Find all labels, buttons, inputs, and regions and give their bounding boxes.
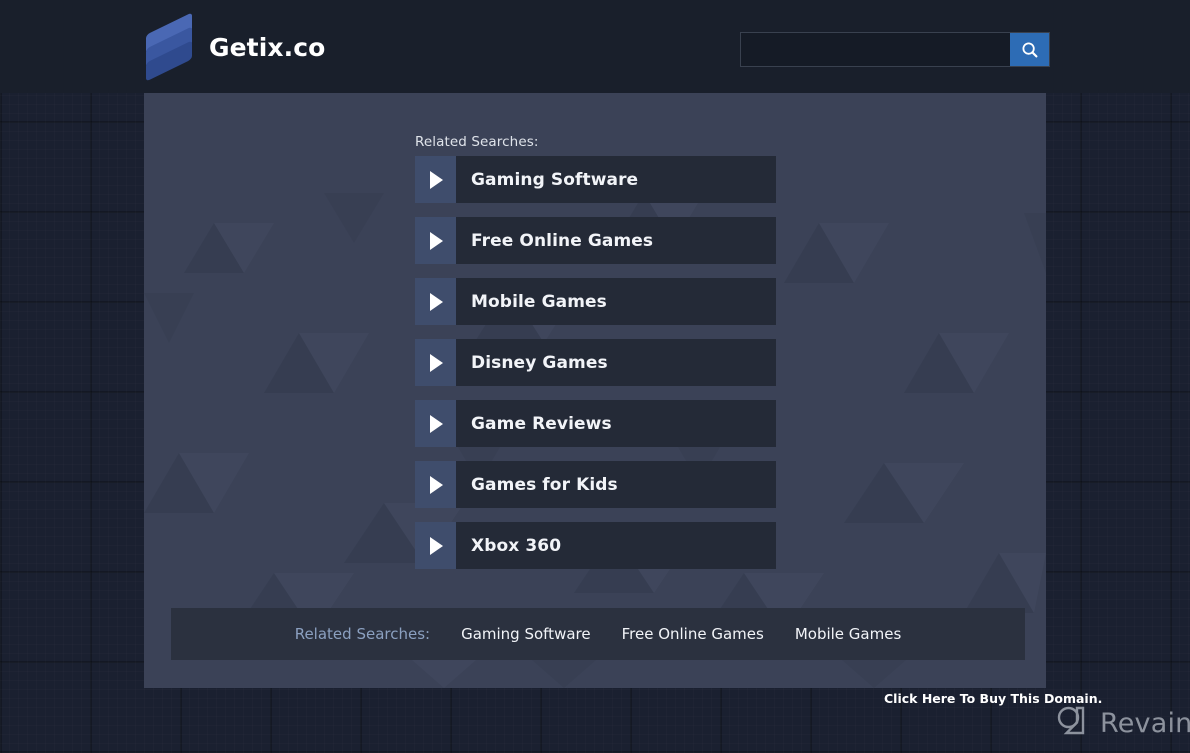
footer-link-0[interactable]: Gaming Software <box>461 625 591 643</box>
footer-link-1[interactable]: Free Online Games <box>622 625 764 643</box>
play-triangle-icon <box>415 522 456 569</box>
play-triangle-icon <box>415 278 456 325</box>
search-input[interactable] <box>741 33 1010 66</box>
related-search-item-box: Free Online Games <box>456 217 776 264</box>
related-search-item-box: Game Reviews <box>456 400 776 447</box>
related-search-item-2[interactable]: Mobile Games <box>415 278 776 325</box>
play-triangle-icon <box>415 400 456 447</box>
brand-name: Getix.co <box>209 32 326 62</box>
brand-logo[interactable]: Getix.co <box>143 12 326 82</box>
related-search-item-label: Game Reviews <box>471 413 612 434</box>
related-search-item-5[interactable]: Games for Kids <box>415 461 776 508</box>
related-search-item-0[interactable]: Gaming Software <box>415 156 776 203</box>
related-search-item-box: Xbox 360 <box>456 522 776 569</box>
revain-logo-icon <box>1053 703 1089 743</box>
related-search-item-box: Gaming Software <box>456 156 776 203</box>
related-search-item-box: Disney Games <box>456 339 776 386</box>
play-triangle-icon <box>415 461 456 508</box>
related-search-item-label: Games for Kids <box>471 474 618 495</box>
related-search-item-label: Xbox 360 <box>471 535 562 556</box>
search-bar <box>740 32 1050 67</box>
search-icon <box>1021 41 1039 59</box>
related-search-item-1[interactable]: Free Online Games <box>415 217 776 264</box>
related-search-item-label: Free Online Games <box>471 230 654 251</box>
play-triangle-icon <box>415 339 456 386</box>
related-search-item-label: Disney Games <box>471 352 608 373</box>
related-searches-list: Gaming Software Free Online Games Mobile… <box>415 156 776 569</box>
play-triangle-icon <box>415 156 456 203</box>
related-search-item-box: Games for Kids <box>456 461 776 508</box>
revain-watermark-text: Revain <box>1100 707 1190 739</box>
related-search-item-label: Mobile Games <box>471 291 607 312</box>
main-panel: Related Searches: Gaming Software Free O… <box>144 93 1046 688</box>
related-search-item-3[interactable]: Disney Games <box>415 339 776 386</box>
play-triangle-icon <box>415 217 456 264</box>
related-search-item-box: Mobile Games <box>456 278 776 325</box>
footer-related-searches-label: Related Searches: <box>294 625 431 643</box>
footer-link-2[interactable]: Mobile Games <box>795 625 901 643</box>
site-header: Getix.co <box>0 0 1190 93</box>
footer-related-searches-bar: Related Searches: Gaming Software Free O… <box>171 608 1025 660</box>
stacked-layers-icon <box>143 12 195 82</box>
search-button[interactable] <box>1010 33 1049 66</box>
related-search-item-6[interactable]: Xbox 360 <box>415 522 776 569</box>
related-searches-label: Related Searches: <box>415 134 539 150</box>
revain-watermark: Revain <box>1053 703 1190 743</box>
related-search-item-4[interactable]: Game Reviews <box>415 400 776 447</box>
related-search-item-label: Gaming Software <box>471 169 639 190</box>
